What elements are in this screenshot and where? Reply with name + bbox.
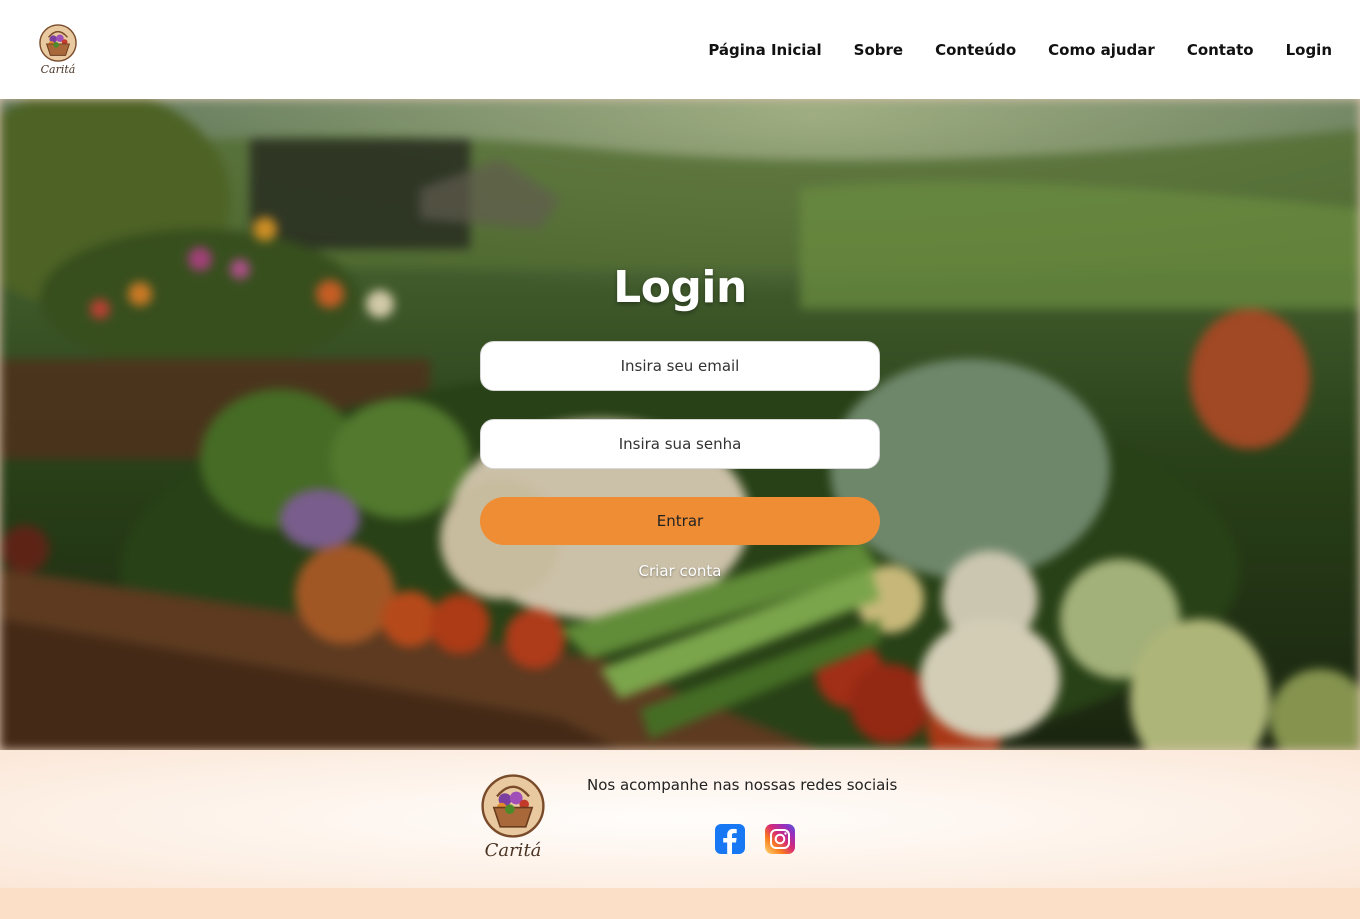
main-nav: Página Inicial Sobre Conteúdo Como ajuda… xyxy=(692,41,1332,59)
nav-item-login[interactable]: Login xyxy=(1270,41,1332,59)
create-account-link[interactable]: Criar conta xyxy=(480,562,880,580)
site-footer: Caritá Nos acompanhe nas nossas redes so… xyxy=(0,750,1360,888)
bottom-band xyxy=(0,888,1360,919)
brand-logo[interactable]: Caritá xyxy=(38,23,78,76)
footer-brand-name: Caritá xyxy=(484,840,542,861)
brand-name: Caritá xyxy=(40,62,76,76)
basket-logo-icon xyxy=(481,774,545,838)
login-title: Login xyxy=(613,262,747,313)
nav-item-how-to-help[interactable]: Como ajudar xyxy=(1032,41,1171,59)
nav-item-home[interactable]: Página Inicial xyxy=(692,41,837,59)
footer-brand-logo: Caritá xyxy=(478,774,548,861)
email-field[interactable] xyxy=(480,341,880,391)
facebook-icon[interactable] xyxy=(715,824,745,854)
nav-item-content[interactable]: Conteúdo xyxy=(919,41,1032,59)
enter-button[interactable]: Entrar xyxy=(480,497,880,545)
basket-logo-icon xyxy=(39,23,77,62)
social-text: Nos acompanhe nas nossas redes sociais xyxy=(587,776,898,794)
site-header: Caritá Página Inicial Sobre Conteúdo Com… xyxy=(0,0,1360,99)
instagram-icon[interactable] xyxy=(765,824,795,854)
nav-item-about[interactable]: Sobre xyxy=(838,41,919,59)
nav-item-contact[interactable]: Contato xyxy=(1171,41,1270,59)
password-field[interactable] xyxy=(480,419,880,469)
